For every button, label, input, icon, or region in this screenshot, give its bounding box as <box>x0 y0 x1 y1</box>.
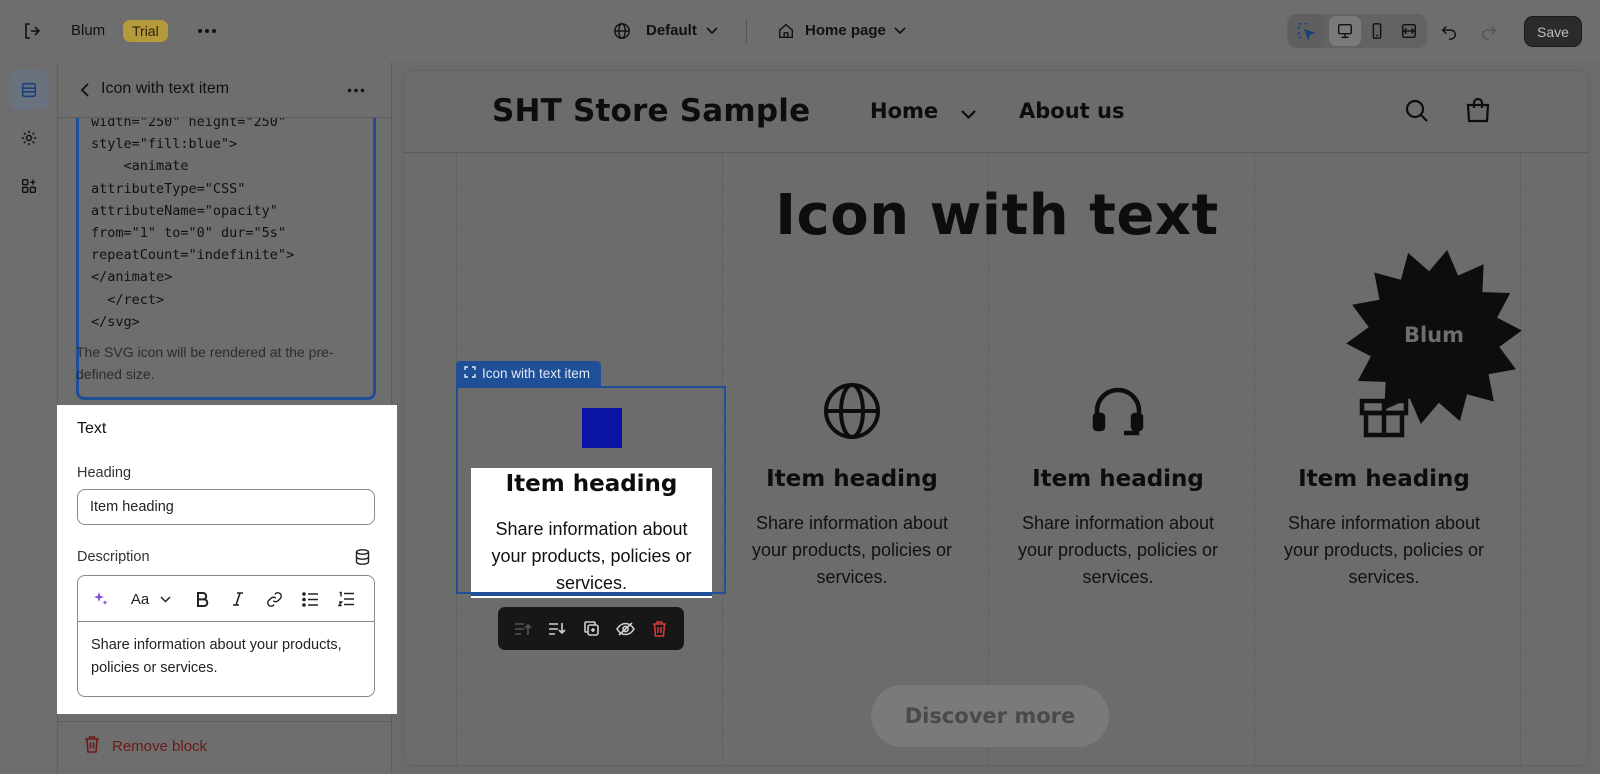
description-rich-text-editor[interactable]: Aa Share information about your products… <box>77 575 375 697</box>
item-heading: Item heading <box>1032 466 1204 492</box>
headphones-icon <box>1088 381 1148 441</box>
panel-header: Icon with text item <box>58 62 391 118</box>
svg-helper-text: The SVG icon will be rendered at the pre… <box>76 344 334 382</box>
rte-toolbar: Aa <box>78 576 374 622</box>
item-heading: Item heading <box>1298 466 1470 492</box>
redo-icon[interactable] <box>1478 20 1500 42</box>
item-description: Share information about your products, p… <box>751 513 953 587</box>
hide-eye-icon[interactable] <box>613 617 637 641</box>
trial-badge: Trial <box>123 20 168 42</box>
top-bar: Blum Trial Default Home page Save <box>0 0 1600 62</box>
section-title[interactable]: Icon with text <box>404 183 1588 248</box>
fullwidth-icon[interactable] <box>1398 20 1420 42</box>
globe-icon <box>611 20 633 42</box>
item-description: Share information about your products, p… <box>1283 513 1485 587</box>
selection-underline <box>471 594 712 596</box>
store-header: SHT Store Sample Home About us <box>404 71 1588 153</box>
italic-icon[interactable] <box>227 588 249 610</box>
dynamic-source-icon[interactable] <box>353 548 371 566</box>
heading-input[interactable] <box>77 489 375 525</box>
back-arrow-icon[interactable] <box>76 81 94 99</box>
remove-block-label: Remove block <box>112 737 208 755</box>
cart-bag-icon[interactable] <box>1466 97 1490 123</box>
move-down-icon[interactable] <box>545 617 569 641</box>
delete-trash-icon[interactable] <box>647 617 671 641</box>
desktop-icon[interactable] <box>1334 20 1356 42</box>
block-toolbar <box>498 607 684 650</box>
description-label: Description <box>77 549 150 565</box>
remove-block-button[interactable]: Remove block <box>84 735 207 757</box>
chevron-down-icon[interactable] <box>705 24 719 38</box>
bold-icon[interactable] <box>191 588 213 610</box>
blue-square-icon <box>582 408 622 448</box>
text-style-dropdown[interactable]: Aa <box>128 588 152 610</box>
store-name: Blum <box>71 22 106 39</box>
store-logo-title[interactable]: SHT Store Sample <box>492 93 810 129</box>
numbered-list-icon[interactable] <box>335 588 357 610</box>
svg-code-text: width="250" height="250" style="fill:blu… <box>91 114 295 330</box>
more-icon[interactable] <box>345 84 367 96</box>
heading-label: Heading <box>77 465 132 481</box>
badge-text: Blum <box>1403 323 1465 347</box>
move-up-icon[interactable] <box>511 617 535 641</box>
remove-divider <box>58 721 391 722</box>
left-rail <box>0 62 58 774</box>
item-heading: Item heading <box>766 466 938 492</box>
trash-icon <box>84 735 100 757</box>
blum-badge-sticker[interactable]: Blum <box>1344 247 1524 427</box>
panel-title: Icon with text item <box>101 80 230 97</box>
search-icon[interactable] <box>1404 98 1430 124</box>
mobile-icon[interactable] <box>1366 20 1388 42</box>
exit-icon[interactable] <box>20 19 44 43</box>
apps-icon[interactable] <box>9 166 49 206</box>
ai-sparkle-icon[interactable] <box>90 588 112 610</box>
globe-icon <box>822 381 882 441</box>
text-settings-card: Text Heading Description Aa <box>57 405 397 714</box>
chevron-down-icon[interactable] <box>158 588 172 610</box>
chevron-down-icon[interactable] <box>893 24 907 38</box>
select-cursor-icon[interactable] <box>1295 20 1317 42</box>
save-button[interactable]: Save <box>1524 16 1582 47</box>
page-selector[interactable]: Home page <box>805 22 886 39</box>
selected-block-tag: Icon with text item <box>456 361 602 386</box>
link-icon[interactable] <box>263 588 285 610</box>
discover-more-button[interactable]: Discover more <box>871 685 1109 747</box>
home-icon <box>775 20 797 42</box>
duplicate-icon[interactable] <box>579 617 603 641</box>
theme-selector[interactable]: Default <box>646 22 697 39</box>
chevron-down-icon[interactable] <box>960 107 976 121</box>
more-icon[interactable] <box>195 19 219 43</box>
text-section-title: Text <box>77 420 107 437</box>
description-editor-content[interactable]: Share information about your products, p… <box>91 634 361 679</box>
settings-gear-icon[interactable] <box>9 118 49 158</box>
selection-frame-icon <box>464 361 476 386</box>
nav-about-us[interactable]: About us <box>1019 99 1124 123</box>
item-description: Share information about your products, p… <box>1017 513 1219 587</box>
selected-block-label: Icon with text item <box>482 366 591 381</box>
undo-icon[interactable] <box>1438 20 1460 42</box>
sections-nav-button[interactable] <box>9 70 49 110</box>
nav-home[interactable]: Home <box>870 99 938 123</box>
topbar-divider <box>746 19 747 43</box>
bullet-list-icon[interactable] <box>299 588 321 610</box>
